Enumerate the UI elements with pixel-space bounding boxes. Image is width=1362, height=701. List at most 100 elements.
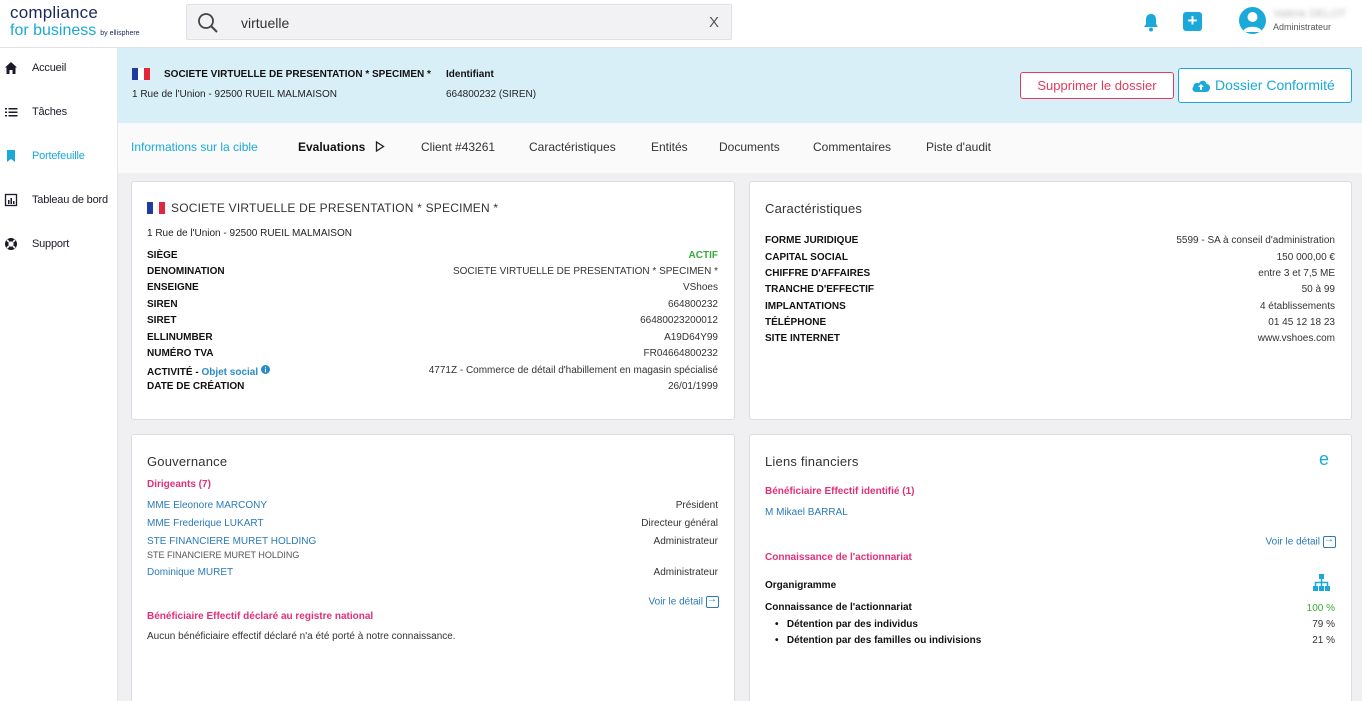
objet-social-link[interactable]: Objet social xyxy=(201,367,258,378)
governance-title: Gouvernance xyxy=(147,454,228,469)
compliant-file-button[interactable]: Dossier Conformité xyxy=(1178,68,1352,103)
row-value: 50 à 99 xyxy=(1301,284,1335,295)
row-label: SITE INTERNET xyxy=(765,333,841,344)
company-banner: SOCIETE VIRTUELLE DE PRESENTATION * SPEC… xyxy=(118,48,1362,123)
financial-links-card: Liens financiers e Bénéficiaire Effectif… xyxy=(749,434,1352,701)
user-role: Administrateur xyxy=(1273,22,1332,32)
logo-by: by ellisphere xyxy=(100,30,140,37)
row-label: SIREN xyxy=(147,299,178,310)
dirigeant-link[interactable]: MME Eleonore MARCONY xyxy=(147,500,267,511)
row-value: SOCIETE VIRTUELLE DE PRESENTATION * SPEC… xyxy=(452,266,718,277)
characteristics-card: Caractéristiques FORME JURIDIQUE 5599 - … xyxy=(749,181,1352,420)
sidebar-item-label: Portefeuille xyxy=(32,150,85,162)
row-value: VShoes xyxy=(682,282,718,293)
beneficiary-declared-text: Aucun bénéficiaire effectif déclaré n'a … xyxy=(147,631,456,642)
row-value: 66480023200012 xyxy=(640,315,718,326)
dirigeant-link[interactable]: MME Frederique LUKART xyxy=(147,518,264,529)
tab-piste-audit[interactable]: Piste d'audit xyxy=(926,140,991,154)
info-icon[interactable] xyxy=(260,365,270,374)
sidebar-item-label: Accueil xyxy=(32,62,67,74)
row-label: CHIFFRE D'AFFAIRES xyxy=(765,268,871,279)
sidebar-item-label: Support xyxy=(32,238,70,250)
app-logo[interactable]: compliance for business by ellisphere xyxy=(10,4,140,44)
play-icon xyxy=(376,140,386,153)
detail-label: Voir le détail xyxy=(1265,536,1320,548)
tab-evaluations[interactable]: Evaluations xyxy=(298,140,386,154)
org-chart-label: Organigramme xyxy=(765,580,837,591)
row-label: TRANCHE D'EFFECTIF xyxy=(765,284,875,295)
bell-icon[interactable] xyxy=(1142,12,1160,32)
identity-address: 1 Rue de l'Union - 92500 RUEIL MALMAISON xyxy=(147,228,352,239)
lifebuoy-icon xyxy=(5,238,17,250)
tab-entites[interactable]: Entités xyxy=(651,140,688,154)
tab-commentaires[interactable]: Commentaires xyxy=(813,140,891,154)
cloud-upload-icon xyxy=(1192,80,1211,92)
search-input[interactable]: virtuelle xyxy=(241,15,289,31)
search-clear-button[interactable]: X xyxy=(709,14,719,31)
row-label: FORME JURIDIQUE xyxy=(765,235,859,246)
arrow-right-icon xyxy=(706,594,719,608)
row-label: DATE DE CRÉATION xyxy=(147,381,245,392)
row-label: NUMÉRO TVA xyxy=(147,348,214,359)
banner-address: 1 Rue de l'Union - 92500 RUEIL MALMAISON xyxy=(132,89,337,100)
row-value: 26/01/1999 xyxy=(667,381,718,392)
row-label: IMPLANTATIONS xyxy=(765,301,846,312)
tab-caracteristiques[interactable]: Caractéristiques xyxy=(529,140,616,154)
row-value: 4771Z - Commerce de détail d'habillement… xyxy=(428,365,718,376)
beneficiary-declared-label: Bénéficiaire Effectif déclaré au registr… xyxy=(147,611,374,622)
row-value: www.vshoes.com xyxy=(1257,333,1335,344)
identity-card: SOCIETE VIRTUELLE DE PRESENTATION * SPEC… xyxy=(131,181,735,420)
identity-title: SOCIETE VIRTUELLE DE PRESENTATION * SPEC… xyxy=(171,201,499,215)
tab-informations[interactable]: Informations sur la cible xyxy=(131,140,258,154)
tab-client[interactable]: Client #43261 xyxy=(421,140,495,154)
row-value: FR04664800232 xyxy=(643,348,718,359)
row-value: 100 % xyxy=(1306,603,1335,614)
beneficiary-link[interactable]: M Mikael BARRAL xyxy=(765,507,848,518)
delete-file-button[interactable]: Supprimer le dossier xyxy=(1020,72,1174,99)
row-label: ELLINUMBER xyxy=(147,332,213,343)
row-label: Connaissance de l'actionnariat xyxy=(765,602,912,613)
sidebar-item-portefeuille[interactable]: Portefeuille xyxy=(0,144,118,172)
sidebar: Accueil Tâches Portefeuille Tableau de b… xyxy=(0,48,118,701)
avatar[interactable] xyxy=(1239,7,1266,34)
row-label: SIRET xyxy=(147,315,177,326)
detail-label: Voir le détail xyxy=(648,596,703,608)
dirigeant-link[interactable]: STE FINANCIERE MURET HOLDING xyxy=(147,536,316,547)
financial-detail-link[interactable]: Voir le détail xyxy=(1265,534,1336,548)
org-chart-icon[interactable] xyxy=(1312,573,1331,592)
banner-id-label: Identifiant xyxy=(446,69,494,80)
row-label: TÉLÉPHONE xyxy=(765,317,827,328)
search-bar[interactable]: virtuelle X xyxy=(186,4,732,40)
row-label: CAPITAL SOCIAL xyxy=(765,252,848,263)
ellisphere-e-icon[interactable]: e xyxy=(1319,449,1329,470)
financial-links-title: Liens financiers xyxy=(765,454,859,469)
row-label: SIÈGE xyxy=(147,250,178,261)
row-value: 664800232 xyxy=(667,299,718,310)
sidebar-item-taches[interactable]: Tâches xyxy=(0,100,118,128)
dirigeants-label: Dirigeants (7) xyxy=(147,479,211,490)
user-name: Valérie DELOT xyxy=(1273,8,1347,20)
row-label: ENSEIGNE xyxy=(147,282,199,293)
sidebar-item-label: Tableau de bord xyxy=(32,194,108,206)
dashboard-icon xyxy=(4,193,18,207)
row-value: A19D64Y99 xyxy=(664,332,718,343)
row-label: • Détention par des familles ou indivisi… xyxy=(775,635,982,646)
sidebar-item-support[interactable]: Support xyxy=(0,232,118,260)
add-icon[interactable]: + xyxy=(1183,12,1202,31)
dirigeant-role: Président xyxy=(675,500,718,511)
governance-detail-link[interactable]: Voir le détail xyxy=(648,594,719,608)
row-value: 01 45 12 18 23 xyxy=(1268,317,1335,328)
banner-id-value: 664800232 (SIREN) xyxy=(446,89,537,100)
tasks-icon xyxy=(5,108,18,117)
arrow-right-icon xyxy=(1323,534,1336,548)
row-value: entre 3 et 7,5 ME xyxy=(1258,268,1335,279)
dirigeant-representative: STE FINANCIERE MURET HOLDING xyxy=(147,550,300,560)
sidebar-item-accueil[interactable]: Accueil xyxy=(0,56,118,84)
dirigeant-role: Administrateur xyxy=(653,536,718,547)
dirigeant-link[interactable]: Dominique MURET xyxy=(147,567,233,578)
activite-label: ACTIVITÉ - xyxy=(147,367,199,378)
user-icon xyxy=(1243,12,1262,32)
sidebar-item-tableau-de-bord[interactable]: Tableau de bord xyxy=(0,188,118,216)
france-flag-icon xyxy=(132,68,150,80)
tab-documents[interactable]: Documents xyxy=(719,140,780,154)
